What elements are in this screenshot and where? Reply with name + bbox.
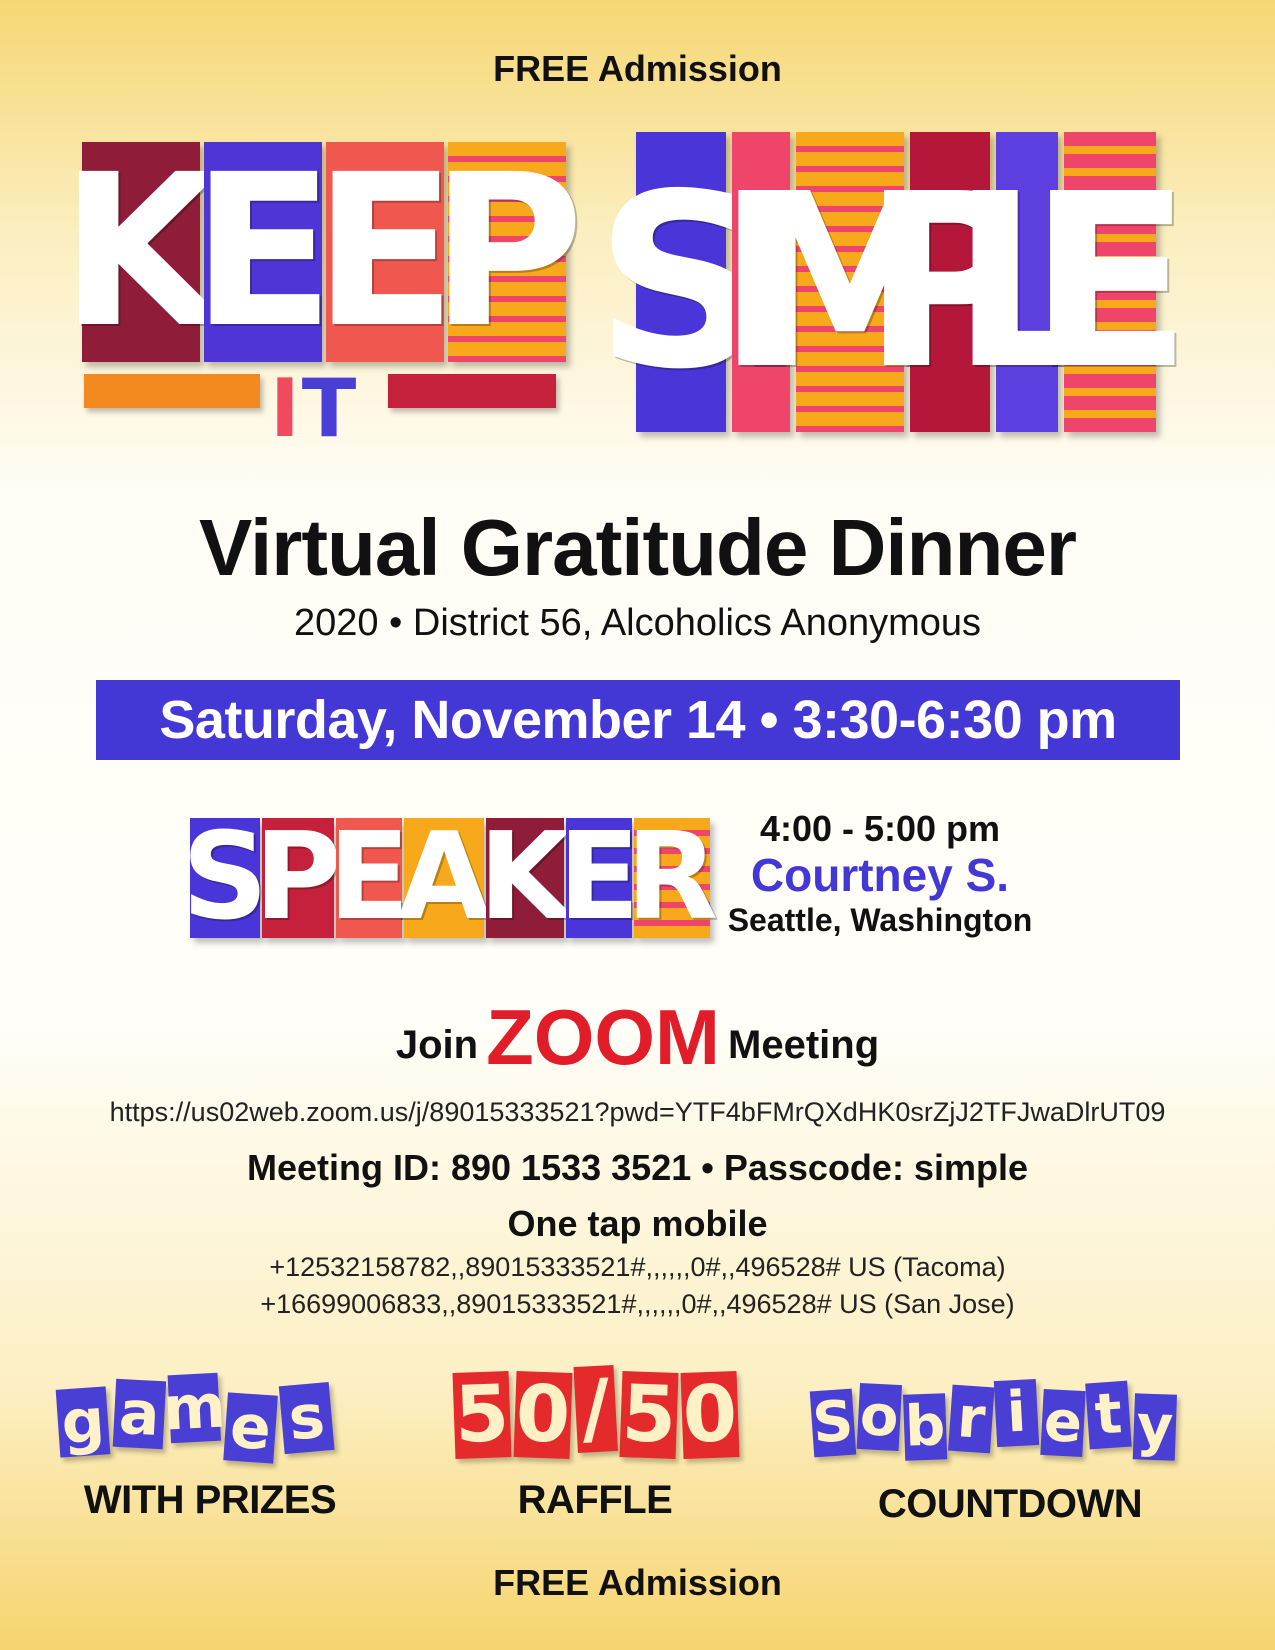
raffle-tile: / (573, 1363, 618, 1455)
raffle-tile: 0 (513, 1369, 573, 1461)
speaker-letter: P (254, 808, 342, 947)
logo-simple-word: S I M P L E (595, 132, 1192, 432)
speaker-letter: K (478, 808, 572, 947)
sobriety-tile: o (856, 1382, 903, 1452)
join-suffix: Meeting (728, 1023, 880, 1067)
free-admission-top: FREE Admission (493, 48, 782, 89)
join-prefix: Join (395, 1023, 479, 1067)
speaker-location: Seattle, Washington (727, 902, 1033, 938)
logo-keep-word: K E E P (59, 129, 584, 374)
zoom-meeting-link[interactable]: https://us02web.zoom.us/j/89015333521?pw… (0, 1097, 1275, 1128)
logo-letter-t: T (301, 362, 359, 455)
meeting-id-passcode: Meeting ID: 890 1533 3521 • Passcode: si… (247, 1147, 1028, 1188)
logo-letter-i: I (270, 362, 302, 455)
sobriety-caption: COUNTDOWN (877, 1482, 1143, 1526)
speaker-heading: S P E A K E R (181, 808, 719, 947)
raffle-tiles: 5 0 / 5 0 (452, 1363, 743, 1461)
speaker-letter: A (397, 808, 491, 947)
sobriety-tile: b (903, 1393, 948, 1461)
games-tile: s (278, 1382, 335, 1454)
event-date-banner: Saturday, November 14 • 3:30-6:30 pm (96, 680, 1180, 760)
sobriety-tile: e (1040, 1388, 1086, 1458)
logo-underline-right (388, 374, 556, 408)
zoom-word: ZOOM (486, 993, 721, 1081)
join-zoom-heading: Join ZOOM Meeting (0, 992, 1275, 1083)
sobriety-tile: t (1085, 1380, 1132, 1450)
sobriety-tile: r (948, 1384, 995, 1454)
one-tap-number-san-jose[interactable]: +16699006833,,89015333521#,,,,,,0#,,4965… (0, 1289, 1275, 1320)
games-tile: g (55, 1386, 111, 1458)
sobriety-tile: S (809, 1388, 857, 1458)
games-tile: a (112, 1378, 167, 1450)
one-tap-number-tacoma[interactable]: +12532158782,,89015333521#,,,,,,0#,,4965… (0, 1252, 1275, 1283)
speaker-letter: E (328, 808, 410, 947)
games-tile: e (223, 1392, 278, 1464)
games-tiles: g a m e s (55, 1371, 338, 1464)
one-tap-mobile-label: One tap mobile (507, 1203, 768, 1244)
raffle-tile: 5 (452, 1369, 512, 1461)
event-title: Virtual Gratitude Dinner (199, 503, 1077, 592)
raffle-caption: RAFFLE (517, 1478, 673, 1522)
games-tile: m (161, 1371, 228, 1445)
logo-letter-p: P (430, 129, 584, 374)
speaker-name: Courtney S. (750, 849, 1010, 901)
sobriety-tiles: S o b r i e t y (809, 1378, 1180, 1461)
event-subtitle: 2020 • District 56, Alcoholics Anonymous (293, 602, 982, 644)
logo-it-word: IT (270, 362, 358, 455)
logo-letter-e3: E (1028, 132, 1192, 432)
raffle-tile: 5 (619, 1369, 679, 1461)
logo-letter-e2: E (313, 129, 457, 374)
speaker-time: 4:00 - 5:00 pm (759, 808, 1001, 849)
free-admission-bottom: FREE Admission (493, 1562, 782, 1603)
sobriety-tile: i (993, 1378, 1040, 1448)
speaker-letter: R (625, 808, 719, 947)
speaker-letter: S (181, 808, 269, 947)
sobriety-tile: y (1132, 1393, 1177, 1461)
games-caption: WITH PRIZES (83, 1478, 337, 1522)
logo-underline-left (84, 374, 260, 408)
raffle-tile: 0 (680, 1369, 740, 1461)
speaker-letter: E (558, 808, 640, 947)
logo-letter-s: S (595, 132, 767, 432)
logo-letter-k: K (59, 129, 223, 374)
logo-letter-e1: E (191, 129, 335, 374)
